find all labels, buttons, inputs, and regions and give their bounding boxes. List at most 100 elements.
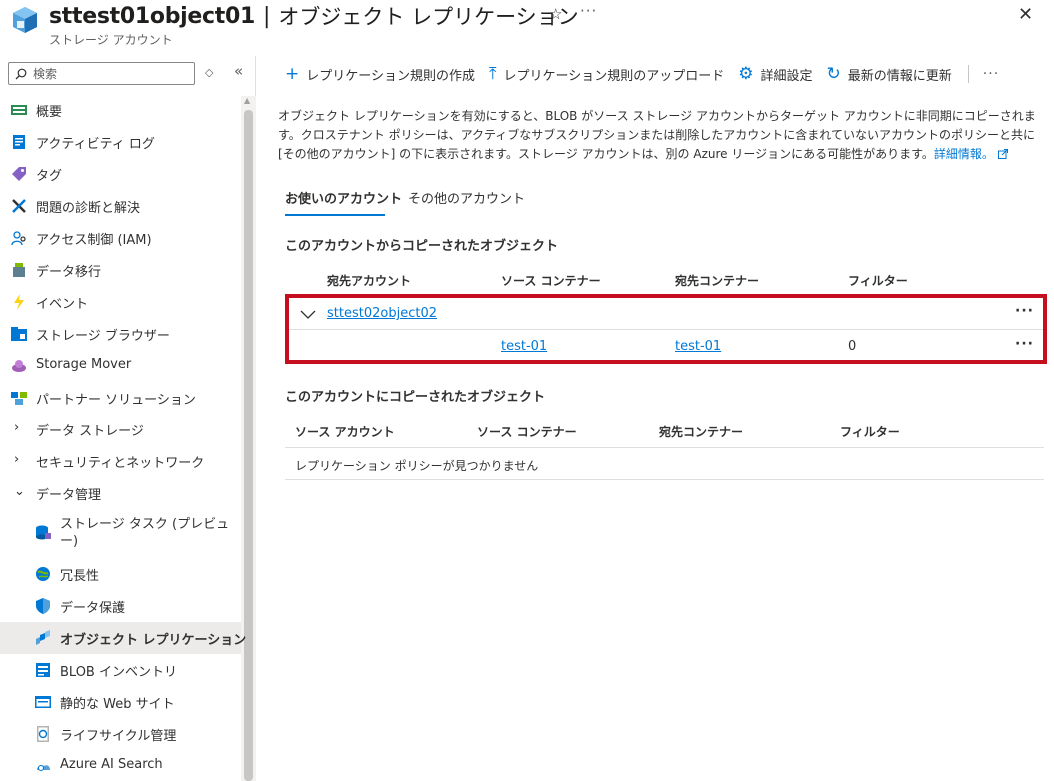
header-divider bbox=[285, 447, 1044, 448]
nav-item-data-migration[interactable]: データ移行 bbox=[0, 254, 241, 286]
toolbar-more-icon[interactable]: ··· bbox=[983, 66, 999, 82]
col-dest-container[interactable]: 宛先コンテナー bbox=[659, 423, 743, 440]
create-rule-button[interactable]: + レプリケーション規則の作成 bbox=[285, 65, 475, 84]
storage-task-label-line2: ー) bbox=[60, 534, 79, 549]
overview-icon bbox=[11, 105, 27, 115]
row-more-icon[interactable]: ··· bbox=[1015, 303, 1034, 319]
toolbar-divider bbox=[967, 65, 969, 83]
ai-search-icon bbox=[37, 765, 50, 771]
col-source-container[interactable]: ソース コンテナー bbox=[477, 423, 577, 440]
event-icon bbox=[14, 294, 24, 310]
upload-icon: ⤒ bbox=[489, 63, 497, 84]
page-title: オブジェクト レプリケーション bbox=[278, 5, 579, 29]
nav-item-static-website[interactable]: 静的な Web サイト bbox=[0, 686, 241, 718]
scroll-thumb[interactable] bbox=[244, 110, 253, 781]
nav-item-redundancy[interactable]: 冗長性 bbox=[0, 558, 241, 590]
nav-item-blob-inventory[interactable]: BLOB インベントリ bbox=[0, 654, 241, 686]
nav-item-storage-tasks[interactable]: ストレージ タスク (プレビュ ー) bbox=[0, 512, 241, 552]
source-container-link[interactable]: test-01 bbox=[501, 339, 547, 354]
col-dest-container[interactable]: 宛先コンテナー bbox=[675, 272, 759, 289]
chevron-right-icon: › bbox=[14, 420, 20, 435]
dest-container-link[interactable]: test-01 bbox=[675, 339, 721, 354]
scroll-up-icon[interactable]: ▲ bbox=[244, 96, 250, 105]
search-icon bbox=[15, 68, 27, 79]
row-divider bbox=[289, 329, 1043, 330]
nav-item-iam[interactable]: アクセス制御 (IAM) bbox=[0, 222, 241, 254]
storage-browser-icon bbox=[11, 327, 27, 341]
nav-group-data-management[interactable]: ⌄ データ管理 bbox=[0, 477, 241, 509]
description-text: オブジェクト レプリケーションを有効にすると、BLOB がソース ストレージ ア… bbox=[278, 109, 1036, 161]
nav-item-activity-log[interactable]: アクティビティ ログ bbox=[0, 126, 241, 158]
col-filter[interactable]: フィルター bbox=[848, 272, 908, 289]
nav-group-data-storage[interactable]: › データ ストレージ bbox=[0, 413, 241, 445]
nav-item-storage-mover[interactable]: Storage Mover bbox=[0, 350, 241, 382]
menu-search[interactable] bbox=[8, 62, 195, 85]
close-icon[interactable]: ✕ bbox=[1018, 4, 1033, 25]
title-separator: | bbox=[262, 3, 271, 29]
blade-header: sttest01object01 | オブジェクト レプリケーション ☆ ···… bbox=[0, 0, 1054, 52]
learn-more-link[interactable]: 詳細情報。 bbox=[934, 147, 1008, 161]
iam-icon bbox=[11, 231, 26, 246]
dest-account-link[interactable]: sttest02object02 bbox=[327, 306, 437, 321]
nav-item-diagnose[interactable]: 問題の診断と解決 bbox=[0, 190, 241, 222]
resource-menu: ◇ « ▲ 概要 アクティビティ ログ タグ 問題の診断と解決 アクセス制御 (… bbox=[0, 56, 256, 781]
tag-icon bbox=[12, 167, 26, 181]
nav-item-events[interactable]: イベント bbox=[0, 286, 241, 318]
static-website-icon bbox=[35, 696, 51, 708]
empty-message: レプリケーション ポリシーが見つかりません bbox=[295, 459, 539, 473]
storage-task-icon bbox=[36, 525, 51, 540]
search-input[interactable] bbox=[33, 66, 183, 81]
nav-item-tags[interactable]: タグ bbox=[0, 158, 241, 190]
redundancy-icon bbox=[36, 567, 50, 581]
nav-item-partner-solutions[interactable]: パートナー ソリューション bbox=[0, 382, 241, 414]
nav-item-overview[interactable]: 概要 bbox=[0, 94, 241, 126]
favorite-star-icon[interactable]: ☆ bbox=[549, 5, 562, 23]
expand-collapse-icon[interactable]: ◇ bbox=[205, 66, 213, 79]
storage-mover-icon bbox=[12, 360, 26, 372]
chevron-down-icon: ⌄ bbox=[14, 484, 25, 499]
diagnose-icon bbox=[12, 199, 26, 213]
menu-scrollbar[interactable]: ▲ bbox=[241, 96, 256, 781]
plus-icon: + bbox=[285, 63, 300, 84]
nav-group-security-network[interactable]: › セキュリティとネットワーク bbox=[0, 445, 241, 477]
blob-inventory-icon bbox=[36, 663, 50, 677]
active-tab-indicator bbox=[285, 214, 385, 216]
data-migration-icon bbox=[13, 263, 25, 277]
col-dest-account[interactable]: 宛先アカウント bbox=[327, 272, 411, 289]
storage-account-icon bbox=[13, 7, 37, 33]
nav-item-lifecycle[interactable]: ライフサイクル管理 bbox=[0, 718, 241, 750]
copied-from-title: このアカウントからコピーされたオブジェクト bbox=[285, 239, 559, 254]
advanced-settings-button[interactable]: ⚙ 詳細設定 bbox=[738, 65, 812, 84]
row-divider bbox=[285, 479, 1044, 480]
tab-other-accounts[interactable]: その他のアカウント bbox=[408, 188, 525, 207]
description: オブジェクト レプリケーションを有効にすると、BLOB がソース ストレージ ア… bbox=[278, 107, 1044, 164]
row-more-icon[interactable]: ··· bbox=[1015, 336, 1034, 352]
col-source-container[interactable]: ソース コンテナー bbox=[501, 272, 601, 289]
header-more-icon[interactable]: ··· bbox=[580, 2, 597, 20]
nav-item-object-replication[interactable]: オブジェクト レプリケーション bbox=[0, 622, 246, 654]
refresh-button[interactable]: ↻ 最新の情報に更新 bbox=[827, 65, 952, 84]
chevron-right-icon: › bbox=[14, 452, 20, 467]
nav-item-data-protection[interactable]: データ保護 bbox=[0, 590, 241, 622]
gear-icon: ⚙ bbox=[738, 63, 754, 84]
storage-task-label-line1: ストレージ タスク (プレビュ bbox=[60, 517, 230, 532]
col-source-account[interactable]: ソース アカウント bbox=[295, 423, 395, 440]
tab-your-accounts[interactable]: お使いのアカウント bbox=[285, 188, 402, 207]
refresh-icon: ↻ bbox=[826, 63, 841, 84]
upload-rule-button[interactable]: ⤒ レプリケーション規則のアップロード bbox=[489, 65, 724, 84]
external-link-icon bbox=[997, 149, 1008, 159]
copied-to-title: このアカウントにコピーされたオブジェクト bbox=[285, 390, 546, 405]
resource-name: sttest01object01 bbox=[49, 3, 255, 29]
partner-icon bbox=[11, 392, 27, 405]
data-protection-icon bbox=[36, 598, 50, 614]
col-filter[interactable]: フィルター bbox=[840, 423, 900, 440]
nav-item-ai-search[interactable]: Azure AI Search bbox=[0, 750, 241, 781]
collapse-menu-icon[interactable]: « bbox=[234, 62, 243, 80]
activity-log-icon bbox=[13, 135, 25, 149]
command-bar: + レプリケーション規則の作成 ⤒ レプリケーション規則のアップロード ⚙ 詳細… bbox=[285, 62, 999, 86]
lifecycle-icon bbox=[37, 726, 49, 742]
chevron-down-icon[interactable] bbox=[300, 310, 316, 320]
filter-count: 0 bbox=[848, 339, 857, 354]
resource-type: ストレージ アカウント bbox=[49, 33, 173, 47]
nav-item-storage-browser[interactable]: ストレージ ブラウザー bbox=[0, 318, 241, 350]
